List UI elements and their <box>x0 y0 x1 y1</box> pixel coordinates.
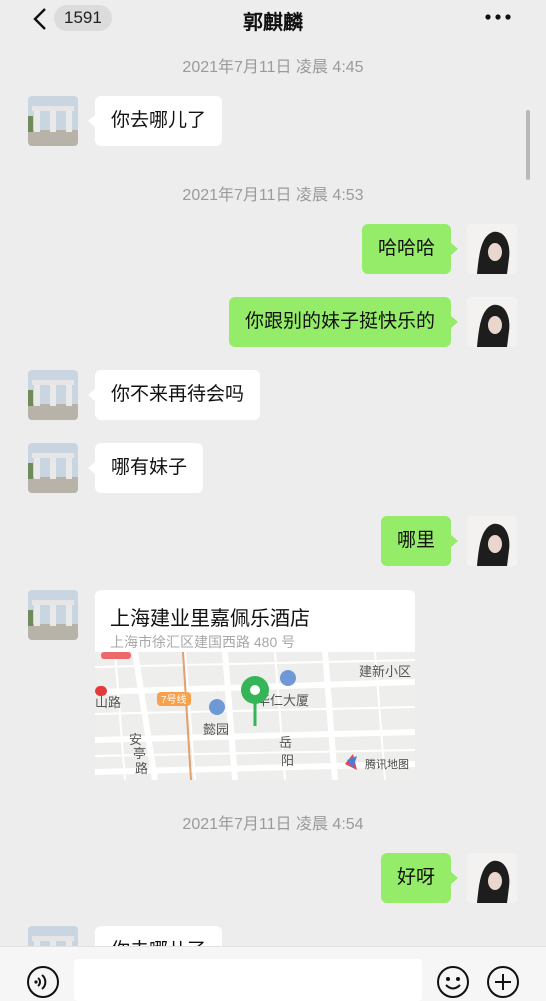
chat-title: 郭麒麟 <box>243 12 303 34</box>
outgoing-message[interactable]: 哪里 <box>380 516 459 566</box>
map-place-label: 懿园 <box>203 722 229 737</box>
top-bar: 1591 郭麒麟 <box>0 0 546 38</box>
contact-avatar[interactable] <box>28 590 78 640</box>
timestamp: 2021年7月11日 凌晨 4:45 <box>182 59 364 76</box>
message-input[interactable] <box>74 959 422 1001</box>
emoji-icon[interactable] <box>436 965 470 999</box>
location-address: 上海市徐汇区建国西路 480 号 <box>110 634 296 650</box>
map-road-char: 路 <box>135 761 148 776</box>
outgoing-message[interactable]: 哈哈哈 <box>361 224 459 274</box>
my-avatar[interactable] <box>467 297 517 347</box>
metro-line-label: 7号线 <box>161 693 187 706</box>
my-avatar[interactable] <box>467 224 517 274</box>
contact-avatar[interactable] <box>28 926 78 946</box>
timestamp: 2021年7月11日 凌晨 4:54 <box>182 816 364 833</box>
map-road-char: 阳 <box>281 753 294 768</box>
contact-avatar[interactable] <box>28 370 78 420</box>
incoming-message[interactable]: 你去哪儿了 <box>87 926 223 946</box>
contact-avatar[interactable] <box>28 96 78 146</box>
contact-avatar[interactable] <box>28 443 78 493</box>
map-road-char: 安 <box>129 732 142 747</box>
incoming-message[interactable]: 哪有妹子 <box>87 443 204 493</box>
location-map-thumbnail[interactable]: 山路 7号线 懿园 华仁大厦 建新小区 安 亭 路 岳 阳 腾讯地图 <box>95 652 415 780</box>
add-more-icon[interactable] <box>486 965 520 999</box>
outgoing-message[interactable]: 好呀 <box>380 853 459 903</box>
map-community-label: 建新小区 <box>359 664 411 679</box>
outgoing-message[interactable]: 你跟别的妹子挺快乐的 <box>228 297 459 347</box>
input-toolbar <box>0 946 546 1001</box>
scrollbar[interactable] <box>526 110 530 180</box>
location-name: 上海建业里嘉佩乐酒店 <box>110 608 310 630</box>
more-options-icon[interactable] <box>484 10 512 24</box>
incoming-message[interactable]: 你不来再待会吗 <box>87 370 261 420</box>
voice-input-icon[interactable] <box>26 965 60 999</box>
location-message-card[interactable]: 上海建业里嘉佩乐酒店 上海市徐汇区建国西路 480 号 山路 7号线 懿园 华仁… <box>95 590 415 780</box>
my-avatar[interactable] <box>467 516 517 566</box>
map-provider-label: 腾讯地图 <box>365 757 409 771</box>
map-road-char: 亭 <box>133 746 146 761</box>
map-road-char: 岳 <box>279 735 292 750</box>
timestamp: 2021年7月11日 凌晨 4:53 <box>182 187 364 204</box>
incoming-message[interactable]: 你去哪儿了 <box>87 96 223 146</box>
my-avatar[interactable] <box>467 853 517 903</box>
map-road-label: 山路 <box>95 695 121 710</box>
chat-message-list[interactable]: 2021年7月11日 凌晨 4:45 你去哪儿了 2021年7月11日 凌晨 4… <box>0 38 546 946</box>
